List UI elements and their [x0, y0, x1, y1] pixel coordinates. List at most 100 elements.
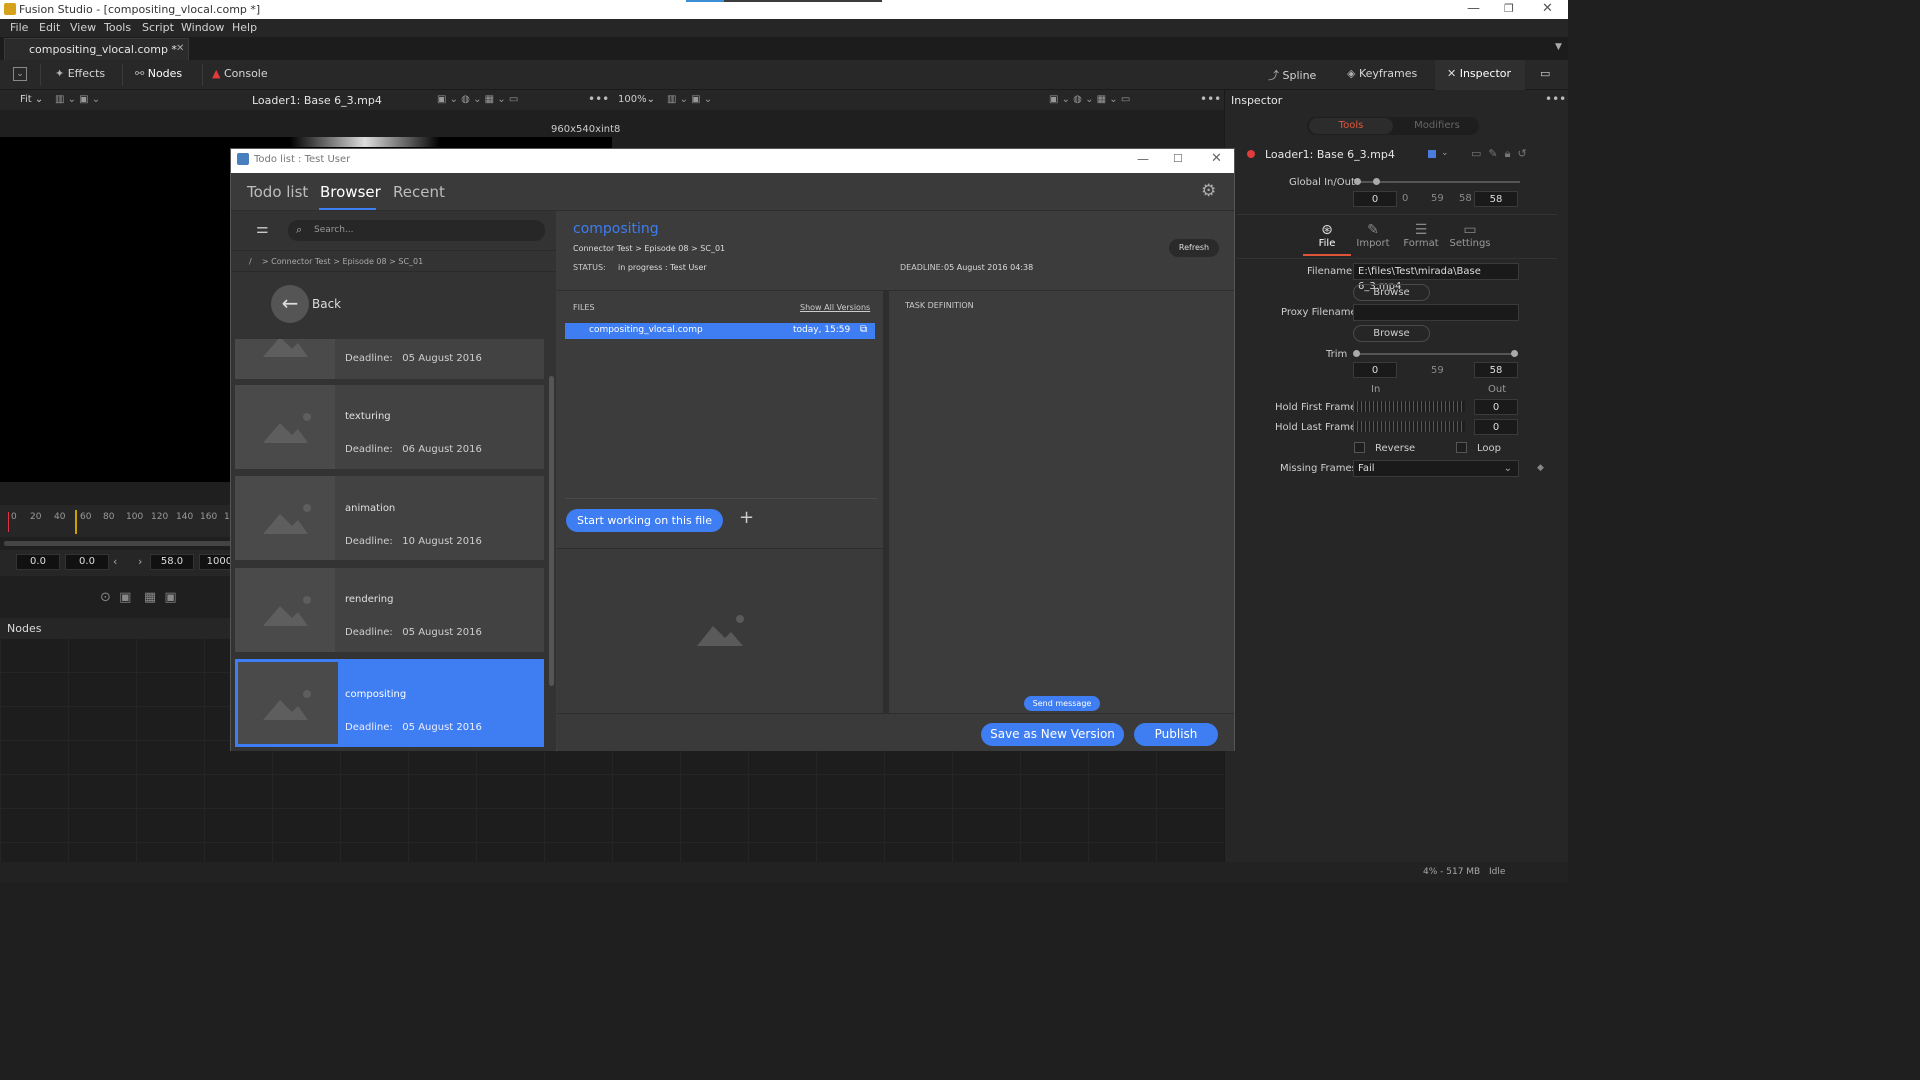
playhead[interactable] [8, 512, 9, 532]
hold-last-field[interactable]: 0 [1474, 419, 1518, 435]
close-icon[interactable]: ✕ [1542, 1, 1553, 16]
slider-handle-out[interactable] [1373, 178, 1380, 185]
search-input[interactable]: ⌕ Search... [288, 220, 545, 241]
browse-button[interactable]: Browse [1353, 284, 1430, 301]
back-arrow-icon[interactable]: ← [271, 285, 309, 323]
tab-compositing[interactable]: compositing_vlocal.comp * ✕ [4, 38, 189, 60]
gear-icon[interactable]: ⚙ [1201, 181, 1216, 201]
console-button[interactable]: ▲ Console [212, 67, 268, 80]
subtab-file[interactable]: ⊛ File [1307, 222, 1347, 249]
filename-field[interactable]: E:\files\Test\mirada\Base 6_3.mp4 [1353, 263, 1519, 292]
dialog-maximize-icon[interactable]: ☐ [1173, 152, 1183, 165]
filter-icon[interactable]: ⚌ [256, 221, 269, 237]
add-icon[interactable]: + [739, 507, 754, 528]
trim-out-field[interactable]: 58 [1474, 362, 1518, 378]
task-list-scrollbar[interactable] [549, 376, 554, 686]
tab-close-icon[interactable]: ✕ [176, 43, 184, 54]
tab-overflow-icon[interactable]: ▼ [1555, 42, 1562, 52]
send-message-button[interactable]: Send message [1024, 696, 1100, 711]
effects-button[interactable]: ✦ Effects [55, 67, 105, 80]
viewer-tools-icon[interactable]: ▣ ⌄ ◍ ⌄ ▦ ⌄ ▭ [437, 94, 518, 105]
more-icon[interactable]: ••• [588, 92, 609, 106]
publish-button[interactable]: Publish [1134, 723, 1218, 746]
more2-icon[interactable]: ••• [1200, 92, 1221, 106]
breadcrumb[interactable]: / > Connector Test > Episode 08 > SC_01 [249, 257, 423, 266]
tab-todo-list[interactable]: Todo list [247, 183, 308, 201]
menu-view[interactable]: View [70, 21, 96, 34]
trim-slider[interactable] [1356, 353, 1516, 355]
proxy-browse-button[interactable]: Browse [1353, 325, 1430, 342]
menu-edit[interactable]: Edit [39, 21, 60, 34]
step-forward-icon[interactable]: › [138, 555, 142, 568]
menu-script[interactable]: Script [142, 21, 174, 34]
trim-in-field[interactable]: 0 [1353, 362, 1397, 378]
start-working-button[interactable]: Start working on this file [566, 509, 723, 532]
dialog-minimize-icon[interactable]: — [1137, 152, 1149, 166]
inspector-button[interactable]: ✕ Inspector [1447, 67, 1511, 80]
viewer2-options-icon[interactable]: ▥ ⌄ ▣ ⌄ [667, 94, 712, 105]
loop-checkbox[interactable] [1456, 442, 1467, 453]
color-dropdown-icon[interactable]: ⌄ [1441, 148, 1449, 158]
task-card[interactable]: Deadline: 05 August 2016 [235, 339, 544, 379]
refresh-button[interactable]: Refresh [1169, 239, 1219, 257]
tab-modifiers[interactable]: Modifiers [1397, 118, 1477, 134]
import-icon: ✎ [1367, 222, 1379, 238]
trim-handle-out[interactable] [1511, 350, 1518, 357]
out-marker[interactable] [75, 510, 77, 534]
minimize-icon[interactable]: — [1467, 1, 1480, 16]
tool-header-icons[interactable]: ▭ ✎ 🔒︎ ↺ [1471, 147, 1527, 161]
tab-recent[interactable]: Recent [393, 183, 445, 201]
global-in-field[interactable]: 0 [1353, 191, 1397, 207]
global-out-field[interactable]: 58 [1474, 191, 1518, 207]
file-row[interactable]: compositing_vlocal.comp today, 15:59 ⧉ [565, 323, 875, 339]
hold-first-field[interactable]: 0 [1474, 399, 1518, 415]
collapse-toggle-icon[interactable]: ⌄ [13, 67, 27, 81]
task-name: compositing [345, 689, 407, 700]
restore-icon[interactable]: ❐ [1504, 2, 1514, 15]
spline-button[interactable]: ⤴ Spline [1268, 67, 1316, 83]
slider-handle-in[interactable] [1354, 178, 1361, 185]
global-inout-slider[interactable] [1356, 181, 1520, 183]
open-file-icon[interactable]: ⧉ [860, 324, 867, 335]
save-new-version-button[interactable]: Save as New Version [981, 723, 1124, 746]
viewer2-tools-icon[interactable]: ▣ ⌄ ◍ ⌄ ▦ ⌄ ▭ [1049, 94, 1130, 105]
subtab-format[interactable]: ☰ Format [1401, 222, 1441, 249]
trim-handle-in[interactable] [1353, 350, 1360, 357]
node-tool-icons[interactable]: ⊙ ▣ ▦ ▣ [100, 590, 177, 605]
tool-color-swatch[interactable] [1428, 150, 1436, 158]
viewer-options-icon[interactable]: ▥ ⌄ ▣ ⌄ [55, 94, 100, 105]
step-back-icon[interactable]: ‹ [113, 555, 117, 568]
render-start-field[interactable]: 0.0 [65, 554, 109, 570]
menu-tools[interactable]: Tools [104, 21, 131, 34]
inspector-more-icon[interactable]: ••• [1545, 92, 1566, 106]
show-all-versions-link[interactable]: Show All Versions [800, 303, 870, 312]
task-card-texturing[interactable]: texturing Deadline: 06 August 2016 [235, 385, 544, 469]
render-end-field[interactable]: 58.0 [150, 554, 194, 570]
menu-help[interactable]: Help [232, 21, 257, 34]
task-card-animation[interactable]: animation Deadline: 10 August 2016 [235, 476, 544, 560]
task-card-rendering[interactable]: rendering Deadline: 05 August 2016 [235, 568, 544, 652]
nodes-button[interactable]: ⚯ Nodes [135, 67, 182, 80]
menu-window[interactable]: Window [181, 21, 224, 34]
proxy-filename-field[interactable] [1353, 304, 1519, 321]
fit-dropdown[interactable]: Fit ⌄ [20, 94, 43, 105]
keyframes-button[interactable]: ◈ Keyframes [1347, 67, 1417, 80]
missing-frames-select[interactable]: Fail ⌄ [1353, 460, 1519, 477]
dialog-close-icon[interactable]: ✕ [1211, 151, 1222, 166]
zoom-dropdown[interactable]: 100%⌄ [618, 94, 655, 105]
global-start-field[interactable]: 0.0 [16, 554, 60, 570]
subtab-settings[interactable]: ▭ Settings [1449, 222, 1491, 249]
timeline-scrollbar[interactable] [4, 541, 232, 546]
keyframe-diamond-icon[interactable]: ◆ [1537, 463, 1544, 473]
menu-file[interactable]: File [10, 21, 28, 34]
proxy-filename-label: Proxy Filename [1281, 307, 1357, 318]
tab-tools[interactable]: Tools [1309, 118, 1393, 134]
back-button[interactable]: Back [312, 297, 341, 311]
subtab-import[interactable]: ✎ Import [1353, 222, 1393, 249]
reverse-checkbox[interactable] [1354, 442, 1365, 453]
hold-first-slider[interactable] [1353, 401, 1465, 412]
tab-browser[interactable]: Browser [320, 183, 381, 201]
monitor-icon[interactable]: ▭ [1540, 67, 1550, 80]
task-card-compositing[interactable]: compositing Deadline: 05 August 2016 [235, 659, 544, 747]
hold-last-slider[interactable] [1353, 421, 1465, 432]
